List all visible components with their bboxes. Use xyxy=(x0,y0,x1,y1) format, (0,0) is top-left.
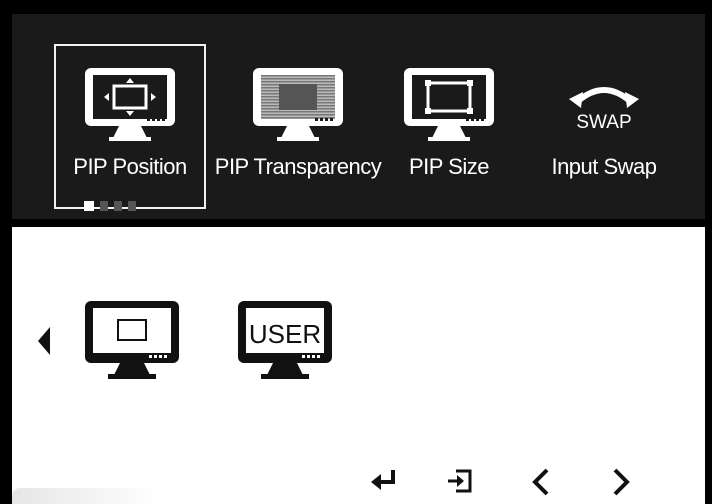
menu-item-input-swap[interactable]: SWAP Input Swap xyxy=(534,44,674,209)
pip-transparency-icon xyxy=(249,66,347,149)
menu-item-pip-transparency[interactable]: PIP Transparency xyxy=(208,44,388,209)
monitor-preset-icon xyxy=(82,301,182,385)
menu-item-pip-size[interactable]: PIP Size xyxy=(389,44,509,209)
menu-item-pip-position[interactable]: PIP Position xyxy=(54,44,206,209)
monitor-user-icon: USER xyxy=(235,301,335,385)
exit-icon[interactable] xyxy=(446,467,476,500)
arrow-left-icon[interactable] xyxy=(530,467,552,502)
swap-icon: SWAP xyxy=(559,72,649,147)
option-preset[interactable] xyxy=(82,299,182,386)
arrow-right-icon[interactable] xyxy=(610,467,632,502)
menu-label: Input Swap xyxy=(551,154,657,179)
swap-icon-text: SWAP xyxy=(576,112,631,133)
pip-size-icon xyxy=(400,66,498,149)
page-indicator xyxy=(84,201,136,211)
image-artifact xyxy=(12,488,162,504)
page-dot xyxy=(100,201,108,211)
menu-label: PIP Size xyxy=(409,154,489,179)
enter-icon[interactable] xyxy=(369,467,399,498)
osd-submenu: USER xyxy=(12,227,705,504)
selection-pointer-icon xyxy=(38,327,50,355)
menu-label: PIP Position xyxy=(73,154,187,179)
pip-position-icon xyxy=(81,66,179,149)
osd-menu-bar: PIP Position PIP Transparency PIP Size S… xyxy=(12,14,705,219)
user-icon-text: USER xyxy=(249,319,321,349)
page-dot xyxy=(128,201,136,211)
page-dot-active xyxy=(84,201,94,211)
menu-label: PIP Transparency xyxy=(214,154,382,179)
page-dot xyxy=(114,201,122,211)
option-user[interactable]: USER xyxy=(235,299,335,386)
